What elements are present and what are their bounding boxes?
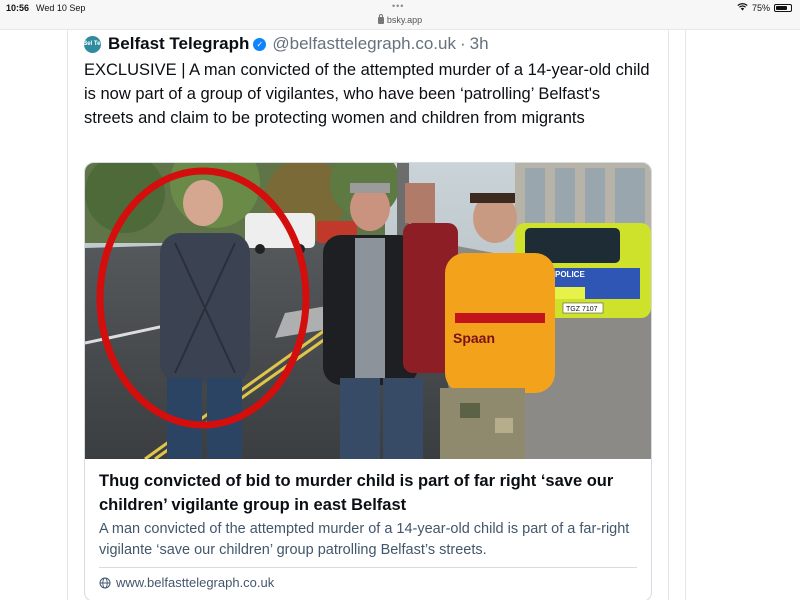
card-title[interactable]: Thug convicted of bid to murder child is… xyxy=(99,469,639,517)
lock-icon xyxy=(377,14,384,24)
battery-fill xyxy=(776,6,787,10)
handle[interactable]: @belfasttelegraph.co.uk xyxy=(272,34,456,54)
card-description: A man convicted of the attempted murder … xyxy=(99,521,630,558)
card-divider xyxy=(99,567,637,568)
display-name[interactable]: Belfast Telegraph xyxy=(108,34,249,54)
separator: · xyxy=(459,34,466,53)
card-domain-text: www.belfasttelegraph.co.uk xyxy=(116,575,275,590)
status-right: 75% xyxy=(737,3,792,13)
avatar-text: Bel Tel xyxy=(82,40,103,47)
status-time: 10:56 xyxy=(6,3,30,13)
avatar[interactable]: Bel Tel xyxy=(82,35,103,53)
battery-percent: 75% xyxy=(751,3,770,13)
timestamp[interactable]: 3h xyxy=(470,34,489,54)
verified-icon[interactable]: ✓ xyxy=(253,37,267,51)
sidebar-right-border xyxy=(685,30,686,600)
shirt-sponsor-text: Spaan xyxy=(453,330,495,346)
wifi-icon xyxy=(737,3,748,13)
battery-icon xyxy=(774,4,792,12)
post-text: EXCLUSIVE | A man convicted of the attem… xyxy=(84,61,650,127)
address-bar[interactable]: bsky.app xyxy=(0,14,800,25)
link-card[interactable]: POLICE TGZ 7107 Spaan Thug convicted of … xyxy=(84,162,652,600)
post-header: Bel Tel Belfast Telegraph ✓ @belfasttele… xyxy=(82,32,489,56)
status-bar: 10:56 Wed 10 Sep ••• bsky.app 75% xyxy=(0,0,800,30)
card-domain[interactable]: www.belfasttelegraph.co.uk xyxy=(99,575,274,590)
police-livery-text: POLICE xyxy=(555,270,585,279)
globe-icon xyxy=(99,577,111,588)
feed-left-border xyxy=(67,30,68,600)
number-plate-text: TGZ 7107 xyxy=(566,306,598,313)
feed-right-border xyxy=(668,30,669,600)
url-text: bsky.app xyxy=(386,15,423,25)
card-image[interactable]: POLICE TGZ 7107 Spaan xyxy=(85,163,651,459)
multitasking-dots-icon[interactable]: ••• xyxy=(392,1,404,11)
status-date: Wed 10 Sep xyxy=(36,3,86,13)
